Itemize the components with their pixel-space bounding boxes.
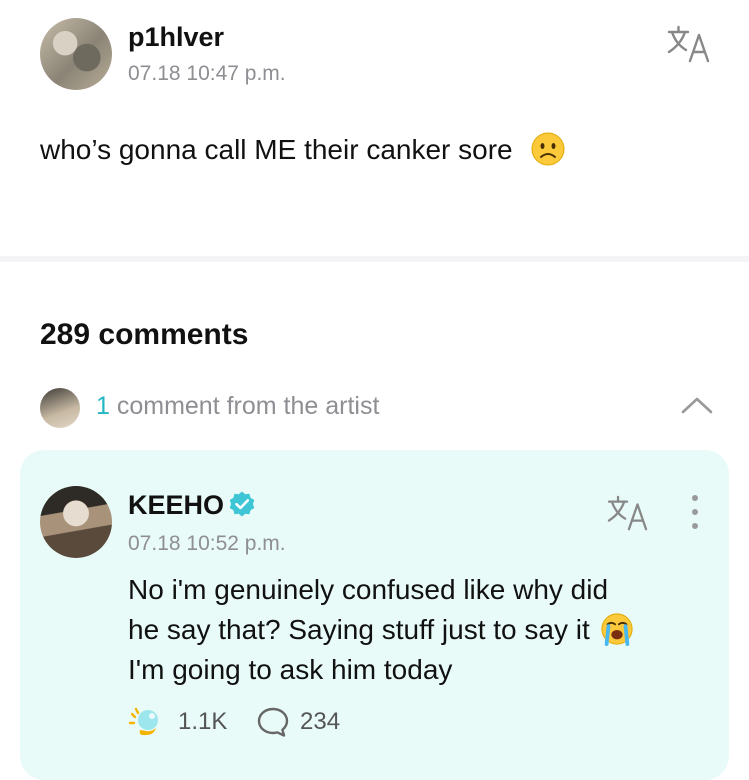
comment-line-1: No i'm genuinely confused like why did [128, 574, 609, 605]
loudly-crying-face-icon [601, 613, 633, 646]
translate-icon[interactable] [606, 494, 650, 532]
post-text: who’s gonna call ME their canker sore [40, 134, 513, 165]
comment-author-avatar[interactable] [40, 486, 112, 558]
post-author-avatar[interactable] [40, 18, 112, 90]
more-options-icon[interactable] [688, 492, 702, 532]
chevron-up-icon[interactable] [680, 394, 714, 416]
artist-avatar [40, 388, 80, 428]
post-author-name[interactable]: p1hlver [128, 22, 224, 53]
comment-line-3: I'm going to ask him today [128, 654, 453, 685]
comment-line-2-text: he say that? Saying stuff just to say it [128, 614, 590, 645]
artist-comment-text: comment from the artist [109, 392, 380, 420]
post-body: who’s gonna call ME their canker sore [40, 132, 566, 167]
frowning-face-icon [531, 132, 565, 166]
post: p1hlver 07.18 10:47 p.m. who’s gonna cal… [0, 0, 749, 256]
comment-timestamp: 07.18 10:52 p.m. [128, 532, 286, 555]
comments-count: 289 comments [40, 318, 249, 351]
artist-comment-card: KEEHO 07.18 10:52 p.m. No i'm genuinely … [20, 450, 729, 780]
artist-comment-count: 1 [96, 392, 110, 420]
reply-count: 234 [300, 708, 341, 735]
translate-icon[interactable] [666, 24, 712, 64]
comment-body: No i'm genuinely confused like why did h… [128, 570, 708, 690]
like-icon[interactable] [128, 706, 164, 738]
like-count: 1.1K [178, 708, 228, 735]
verified-badge-icon [229, 491, 255, 517]
post-timestamp: 07.18 10:47 p.m. [128, 62, 286, 85]
artist-comments-toggle[interactable]: 1 comment from the artist [0, 380, 749, 432]
reply-icon[interactable] [256, 706, 290, 738]
artist-comment-label: 1 comment from the artist [96, 392, 379, 421]
comment-author-name[interactable]: KEEHO [128, 490, 224, 521]
section-divider [0, 256, 749, 262]
comment-line-2: he say that? Saying stuff just to say it [128, 610, 708, 650]
